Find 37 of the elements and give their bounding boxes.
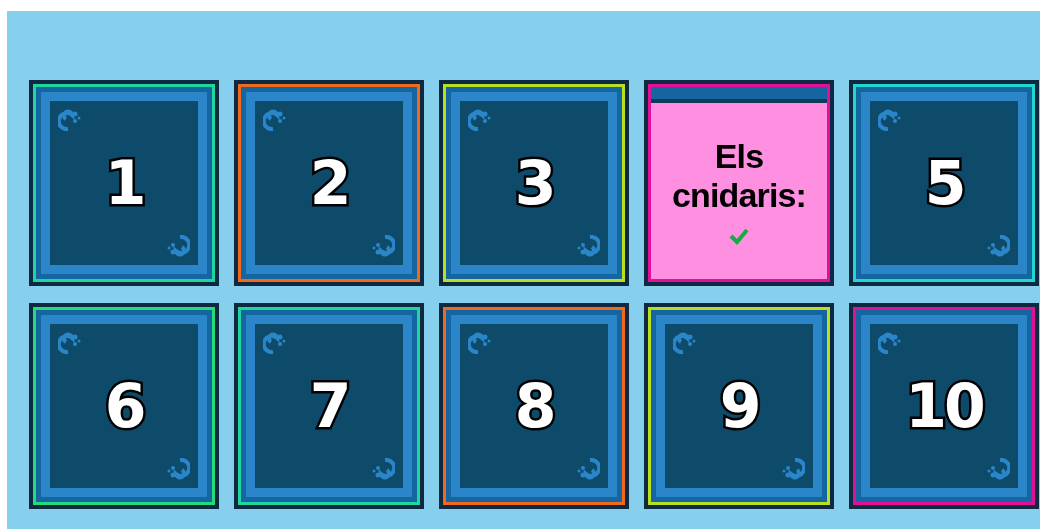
- memory-card[interactable]: 5: [849, 80, 1039, 286]
- swirl-icon: [781, 458, 805, 480]
- card-number: 1: [104, 153, 144, 213]
- card-answer-text: Els cnidaris:: [670, 136, 808, 216]
- swirl-icon: [263, 332, 287, 354]
- memory-card[interactable]: 2: [234, 80, 424, 286]
- memory-card[interactable]: 3: [439, 80, 629, 286]
- swirl-icon: [986, 235, 1010, 257]
- card-number: 7: [309, 376, 349, 436]
- swirl-icon: [371, 458, 395, 480]
- card-number: 3: [514, 153, 554, 213]
- memory-card[interactable]: 6: [29, 303, 219, 509]
- memory-card[interactable]: 1: [29, 80, 219, 286]
- swirl-icon: [263, 109, 287, 131]
- swirl-icon: [58, 109, 82, 131]
- card-number: 9: [719, 376, 759, 436]
- memory-card[interactable]: 8: [439, 303, 629, 509]
- card-number: 5: [924, 153, 964, 213]
- swirl-icon: [986, 458, 1010, 480]
- swirl-icon: [371, 235, 395, 257]
- memory-card[interactable]: 10: [849, 303, 1039, 509]
- card-number: 10: [905, 376, 983, 436]
- swirl-icon: [58, 332, 82, 354]
- swirl-icon: [878, 332, 902, 354]
- swirl-icon: [166, 458, 190, 480]
- swirl-icon: [673, 332, 697, 354]
- swirl-icon: [166, 235, 190, 257]
- card-number: 6: [104, 376, 144, 436]
- memory-card[interactable]: 7: [234, 303, 424, 509]
- swirl-icon: [468, 109, 492, 131]
- card-number: 8: [514, 376, 554, 436]
- swirl-icon: [468, 332, 492, 354]
- swirl-icon: [576, 458, 600, 480]
- swirl-icon: [576, 235, 600, 257]
- card-number: 2: [309, 153, 349, 213]
- memory-card[interactable]: 9: [644, 303, 834, 509]
- swirl-icon: [878, 109, 902, 131]
